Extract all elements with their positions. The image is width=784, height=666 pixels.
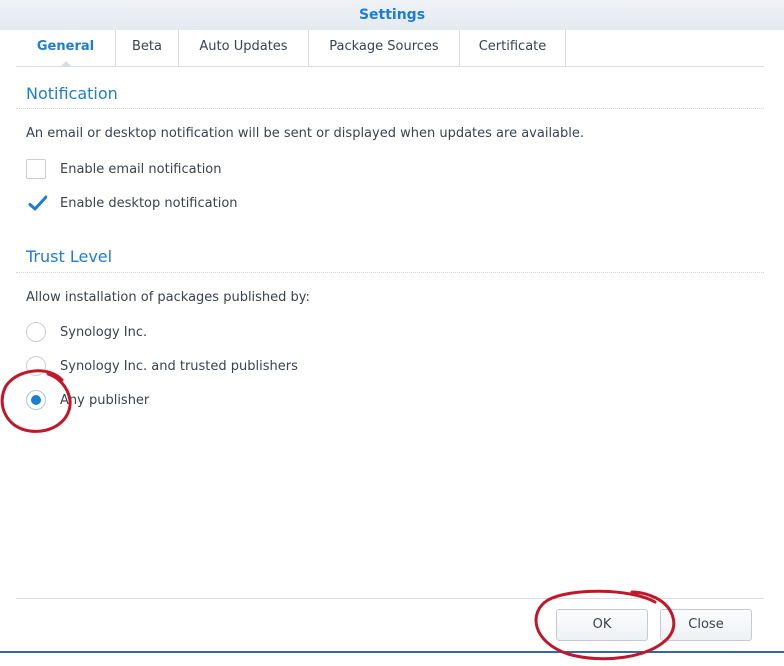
annotation-circle-ok [534, 589, 676, 661]
annotation-circle-any-publisher [0, 369, 72, 433]
annotation-overlay [0, 369, 676, 661]
